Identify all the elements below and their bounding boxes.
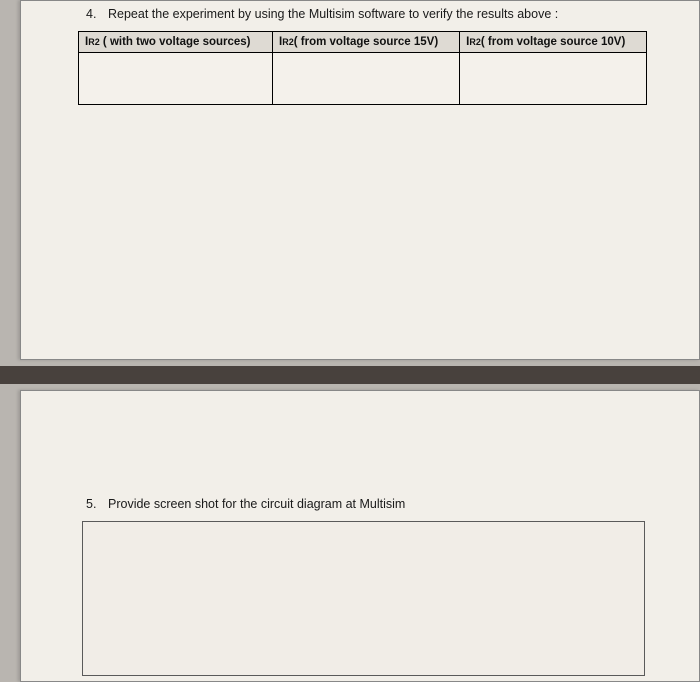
- table-row: [79, 53, 647, 105]
- results-table: IR2 ( with two voltage sources) IR2( fro…: [78, 31, 647, 105]
- table-header-row: IR2 ( with two voltage sources) IR2( fro…: [79, 32, 647, 53]
- q4-number: 4.: [86, 7, 108, 21]
- col-header-0: IR2 ( with two voltage sources): [79, 32, 273, 53]
- page-2: 5. Provide screen shot for the circuit d…: [20, 390, 700, 682]
- page-1: 4. Repeat the experiment by using the Mu…: [20, 0, 700, 360]
- question-4: 4. Repeat the experiment by using the Mu…: [76, 1, 669, 31]
- page-divider: [0, 366, 700, 384]
- q5-number: 5.: [86, 497, 108, 511]
- col-header-1: IR2( from voltage source 15V): [273, 32, 460, 53]
- cell-2: [460, 53, 647, 105]
- col-header-2: IR2( from voltage source 10V): [460, 32, 647, 53]
- q5-text: Provide screen shot for the circuit diag…: [108, 497, 405, 511]
- q4-text: Repeat the experiment by using the Multi…: [108, 7, 558, 21]
- screenshot-placeholder: [82, 521, 645, 676]
- cell-1: [273, 53, 460, 105]
- cell-0: [79, 53, 273, 105]
- question-5: 5. Provide screen shot for the circuit d…: [76, 391, 669, 521]
